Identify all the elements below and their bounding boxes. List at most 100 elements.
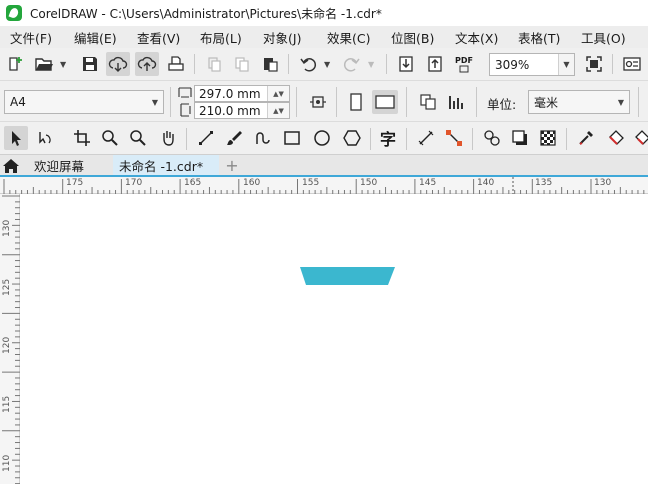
menu-table[interactable]: 表格(T)	[508, 28, 571, 47]
toolbar-separator	[406, 87, 407, 117]
redo-icon[interactable]	[340, 52, 364, 76]
page-width-spinner[interactable]: ▲▼	[267, 86, 289, 101]
toolbar-separator	[406, 128, 407, 150]
trapezoid-shape[interactable]	[300, 267, 395, 285]
current-page-icon[interactable]	[444, 90, 468, 114]
new-document-icon[interactable]	[4, 52, 28, 76]
crop-tool-icon[interactable]	[70, 126, 94, 150]
page-size-dropdown-icon[interactable]: ▼	[147, 91, 163, 113]
blend-tool-icon[interactable]	[480, 126, 504, 150]
import-icon[interactable]	[394, 52, 418, 76]
open-dropdown-caret-icon[interactable]: ▼	[60, 60, 66, 69]
drop-shadow-tool-icon[interactable]	[508, 126, 532, 150]
menu-bitmaps[interactable]: 位图(B)	[381, 28, 445, 47]
page-height-input[interactable]: 210.0 mm ▲▼	[194, 102, 290, 119]
copy-icon[interactable]	[230, 52, 254, 76]
toolbar-separator	[612, 54, 613, 74]
menu-object[interactable]: 对象(J)	[253, 28, 317, 47]
redo-dropdown-caret-icon[interactable]: ▼	[368, 60, 374, 69]
cut-icon[interactable]	[202, 52, 226, 76]
page-size-combo[interactable]: A4 ▼	[4, 90, 164, 114]
print-icon[interactable]	[164, 52, 188, 76]
page-height-spinner[interactable]: ▲▼	[267, 103, 289, 118]
title-bar: CorelDRAW - C:\Users\Administrator\Pictu…	[0, 0, 648, 26]
pan-tool-icon[interactable]	[156, 126, 180, 150]
zoom-level-value: 309%	[495, 57, 530, 72]
zoom-level-combo[interactable]: 309% ▼	[489, 53, 575, 76]
ruler-label: 115	[2, 395, 12, 413]
tab-welcome-screen[interactable]: 欢迎屏幕	[22, 155, 114, 175]
polygon-tool-icon[interactable]	[340, 126, 364, 150]
add-tab-icon[interactable]: +	[222, 155, 242, 175]
vertical-ruler[interactable]: 130 125 120 115 110	[0, 194, 20, 484]
all-pages-icon[interactable]	[416, 90, 440, 114]
open-folder-icon[interactable]	[32, 52, 56, 76]
full-screen-preview-icon[interactable]	[582, 52, 606, 76]
coreldraw-app-icon	[6, 5, 22, 21]
pick-tool-icon[interactable]	[4, 126, 28, 150]
ruler-label: 130	[2, 219, 12, 237]
page-height-value: 210.0 mm	[199, 103, 261, 118]
paper-orientation-settings-icon[interactable]	[306, 90, 330, 114]
pen-curve-tool-icon[interactable]	[250, 126, 274, 150]
canvas-drawing-layer	[300, 267, 395, 285]
publish-pdf-icon[interactable]: PDF	[452, 52, 476, 76]
tab-document[interactable]: 未命名 -1.cdr*	[113, 155, 219, 175]
smart-fill-tool-icon[interactable]	[630, 126, 648, 150]
menu-text[interactable]: 文本(X)	[445, 28, 508, 47]
menu-tools[interactable]: 工具(O)	[571, 28, 637, 47]
ellipse-tool-icon[interactable]	[310, 126, 334, 150]
page-width-input[interactable]: 297.0 mm ▲▼	[194, 85, 290, 102]
export-icon[interactable]	[423, 52, 447, 76]
interactive-fill-tool-icon[interactable]	[604, 126, 628, 150]
menu-effects[interactable]: 效果(C)	[317, 28, 381, 47]
menu-view[interactable]: 查看(V)	[127, 28, 190, 47]
toolbar-separator	[194, 54, 195, 74]
cloud-export-icon[interactable]	[135, 52, 159, 76]
toolbar-separator	[472, 128, 473, 150]
zoom-tool-icon[interactable]	[98, 126, 122, 150]
undo-icon[interactable]	[296, 52, 320, 76]
freehand-tool-icon[interactable]	[194, 126, 218, 150]
rectangle-tool-icon[interactable]	[280, 126, 304, 150]
units-combo[interactable]: 毫米 ▼	[528, 90, 630, 114]
undo-dropdown-caret-icon[interactable]: ▼	[324, 60, 330, 69]
units-value: 毫米	[534, 95, 559, 110]
dimension-tool-icon[interactable]	[414, 126, 438, 150]
home-icon[interactable]	[2, 158, 20, 174]
transparency-tool-icon[interactable]	[536, 126, 560, 150]
eyedropper-tool-icon[interactable]	[574, 126, 598, 150]
menu-file[interactable]: 文件(F)	[0, 28, 64, 47]
ruler-label: 165	[184, 178, 202, 188]
text-tool-icon[interactable]: 字	[376, 126, 400, 150]
document-tabs-bar: 欢迎屏幕 未命名 -1.cdr* +	[0, 155, 648, 177]
drawing-canvas[interactable]	[20, 194, 648, 484]
page-width-icon	[176, 84, 194, 100]
menu-edit[interactable]: 编辑(E)	[64, 28, 127, 47]
connector-tool-icon[interactable]	[442, 126, 466, 150]
toolbar-separator	[186, 128, 187, 150]
toolbar-separator	[336, 87, 337, 117]
toolbar-separator	[170, 87, 171, 117]
zoom-dropdown-icon[interactable]: ▼	[558, 54, 574, 75]
property-bar: A4 ▼ 297.0 mm ▲▼ 210.0 mm ▲▼ 单位: 毫米 ▼	[0, 81, 648, 122]
tab-label: 未命名 -1.cdr*	[119, 158, 204, 174]
ruler-label: 130	[594, 178, 612, 188]
paste-icon[interactable]	[258, 52, 282, 76]
ruler-label: 120	[2, 336, 12, 354]
landscape-icon[interactable]	[372, 90, 398, 114]
save-icon[interactable]	[78, 52, 102, 76]
artistic-media-tool-icon[interactable]	[222, 126, 246, 150]
menu-layout[interactable]: 布局(L)	[190, 28, 253, 47]
cloud-import-icon[interactable]	[106, 52, 130, 76]
page-width-value: 297.0 mm	[199, 86, 261, 101]
shape-tool-icon[interactable]	[32, 126, 56, 150]
portrait-icon[interactable]	[344, 90, 368, 114]
horizontal-ruler[interactable]: 175 170 165 160 155 150 145 140 135 130	[0, 177, 648, 194]
options-icon[interactable]	[620, 52, 644, 76]
zoom-out-tool-icon[interactable]	[126, 126, 150, 150]
toolbar-separator	[476, 87, 477, 117]
ruler-label: 140	[477, 178, 495, 188]
units-dropdown-icon[interactable]: ▼	[613, 91, 629, 113]
ruler-label: 150	[360, 178, 378, 188]
